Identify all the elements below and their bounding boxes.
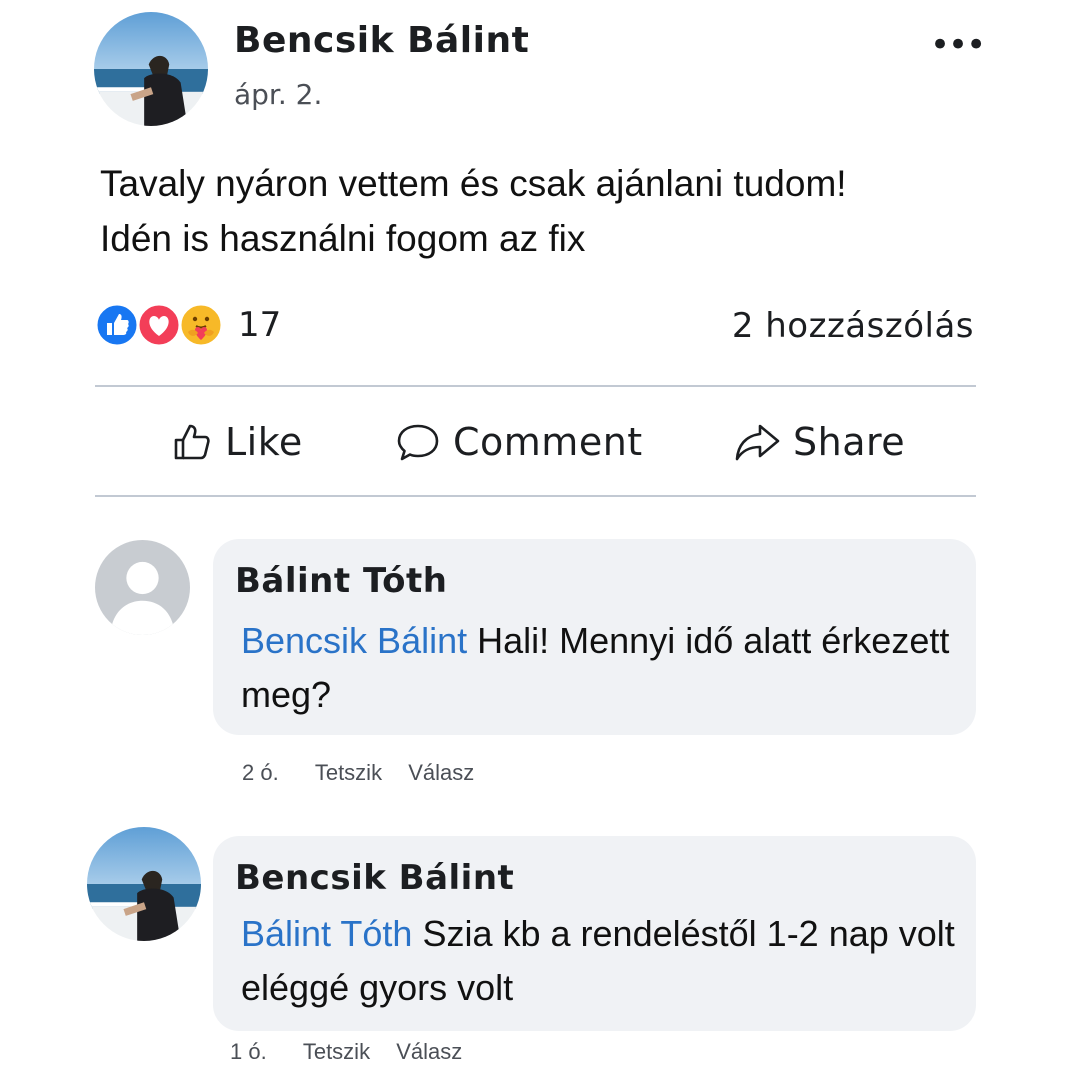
author-avatar[interactable] [94, 12, 208, 126]
mention-link[interactable]: Bencsik Bálint [241, 620, 467, 661]
care-icon [178, 302, 224, 348]
like-button[interactable]: Like [171, 388, 303, 496]
comment-like-link[interactable]: Tetszik [315, 760, 382, 786]
commenter-name[interactable]: Bencsik Bálint [235, 858, 514, 898]
post-date[interactable]: ápr. 2. [234, 78, 322, 111]
commenter-avatar-placeholder[interactable] [95, 540, 190, 635]
like-button-label: Like [225, 420, 303, 464]
comment-text: Bencsik Bálint Hali! Mennyi idő alatt ér… [241, 614, 961, 722]
love-icon [136, 302, 182, 348]
more-options-button[interactable]: ••• [930, 28, 986, 68]
comment-count-link[interactable]: 2 hozzászólás [732, 306, 974, 346]
mention-link[interactable]: Bálint Tóth [241, 913, 412, 954]
comment-meta: 2 ó. Tetszik Válasz [242, 760, 474, 786]
share-arrow-icon [735, 424, 780, 461]
comment-meta: 1 ó. Tetszik Válasz [230, 1039, 462, 1065]
reaction-count: 17 [238, 305, 282, 345]
comment-like-link[interactable]: Tetszik [303, 1039, 370, 1065]
comment-button[interactable]: Comment [395, 388, 643, 496]
comment-button-label: Comment [453, 420, 643, 464]
comment-timestamp[interactable]: 1 ó. [230, 1039, 267, 1065]
reactions-summary[interactable]: 17 [94, 302, 281, 348]
commenter-avatar[interactable] [87, 827, 201, 941]
comment-bubble: Bálint Tóth Bencsik Bálint Hali! Mennyi … [213, 539, 976, 735]
comment-reply-link[interactable]: Válasz [408, 760, 474, 786]
commenter-name[interactable]: Bálint Tóth [235, 561, 447, 601]
comment-bubble: Bencsik Bálint Bálint Tóth Szia kb a ren… [213, 836, 976, 1031]
like-icon [94, 302, 140, 348]
post-action-bar: Like Comment Share [95, 388, 976, 496]
comment-reply-link[interactable]: Válasz [396, 1039, 462, 1065]
post-text: Tavaly nyáron vettem és csak ajánlani tu… [100, 163, 847, 259]
post-author-name[interactable]: Bencsik Bálint [234, 20, 529, 61]
comment-timestamp[interactable]: 2 ó. [242, 760, 279, 786]
share-button[interactable]: Share [733, 388, 905, 496]
comment-bubble-icon [397, 424, 439, 461]
bottom-divider [95, 495, 976, 497]
share-button-label: Share [793, 420, 906, 464]
top-divider [95, 385, 976, 387]
comment-text: Bálint Tóth Szia kb a rendeléstől 1-2 na… [241, 907, 961, 1015]
thumbs-up-icon [174, 424, 210, 460]
